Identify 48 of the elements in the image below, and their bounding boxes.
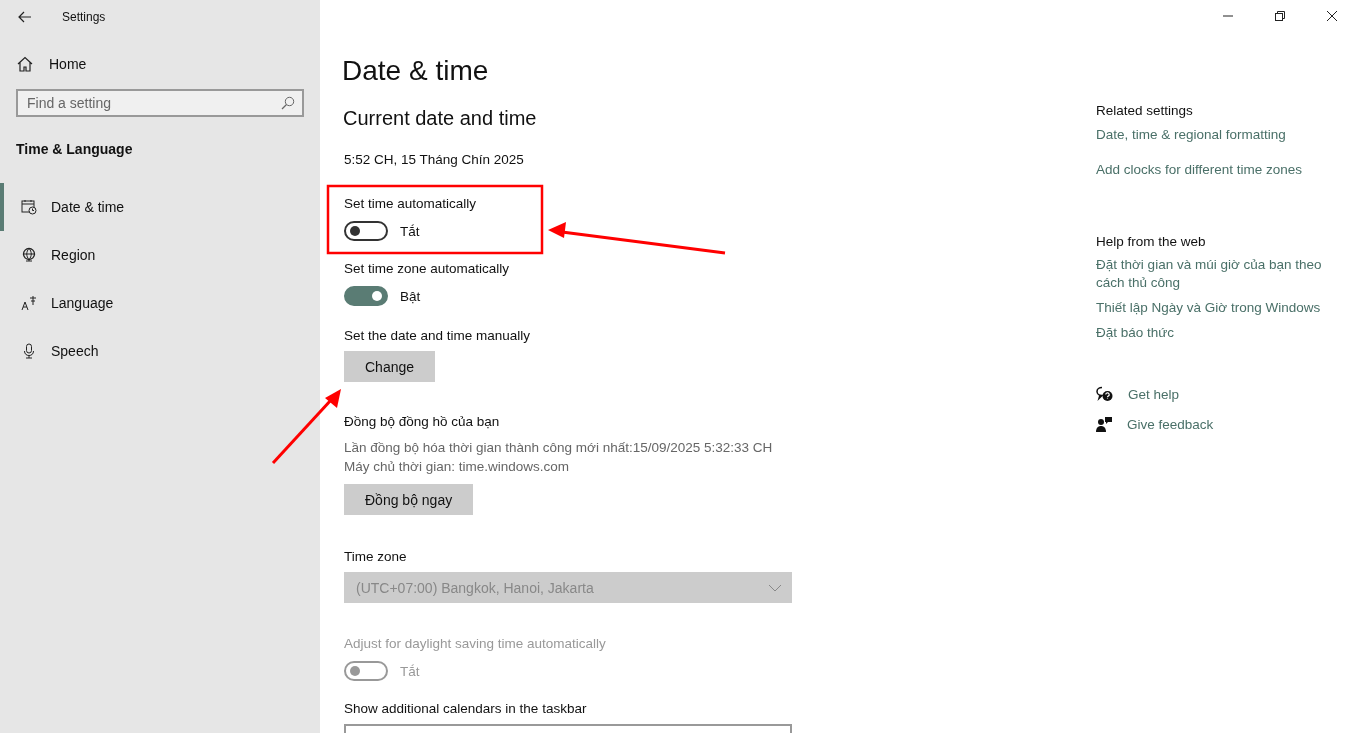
nav-item[interactable]: Language <box>0 279 290 327</box>
feedback-person-icon <box>1096 416 1112 432</box>
nav-item[interactable]: Speech <box>0 327 290 375</box>
current-datetime: 5:52 CH, 15 Tháng Chín 2025 <box>344 152 524 167</box>
setting-label: Adjust for daylight saving time automatically <box>344 636 606 651</box>
related-link[interactable]: Add clocks for different time zones <box>1096 162 1303 177</box>
page-title: Date & time <box>342 55 489 87</box>
search-icon <box>281 96 295 110</box>
related-settings-heading: Related settings <box>1096 103 1193 118</box>
nav-item[interactable]: Region <box>0 231 290 279</box>
toggle-state: Tắt <box>400 223 420 239</box>
sync-info-text: Máy chủ thời gian: time.windows.com <box>344 458 569 476</box>
calendar-clock-icon <box>21 199 37 215</box>
setting-label: Set time automatically <box>344 196 477 211</box>
setting-label: Set time zone automatically <box>344 261 510 276</box>
section-title: Time & Language <box>16 141 133 157</box>
toggle-switch[interactable] <box>344 221 388 241</box>
help-link[interactable]: Thiết lập Ngày và Giờ trong Windows <box>1096 299 1342 317</box>
home-icon <box>17 56 33 72</box>
restore-icon[interactable] <box>1274 10 1286 22</box>
action-link[interactable]: Give feedback <box>1127 416 1214 432</box>
toggle-switch[interactable] <box>344 286 388 306</box>
related-link[interactable]: Date, time & regional formatting <box>1096 127 1286 142</box>
toggle-state: Tắt <box>400 663 420 679</box>
help-link[interactable]: Đặt thời gian và múi giờ của bạn theo cách thủ công <box>1096 256 1342 292</box>
home-link[interactable]: Home <box>17 56 87 72</box>
globe-icon <box>21 247 37 263</box>
help-heading: Help from the web <box>1096 234 1206 249</box>
sync-info-text: Lần đồng bộ hóa thời gian thành công mới nhất:15/09/2025 5:32:33 CH <box>344 439 773 457</box>
microphone-icon <box>21 343 37 359</box>
setting-label: Đồng bộ đồng hồ của bạn <box>344 414 500 429</box>
language-icon <box>21 295 37 311</box>
help-chat-icon <box>1096 386 1113 402</box>
search-field[interactable]: Find a setting <box>16 89 304 117</box>
change-button[interactable]: Change <box>344 351 436 382</box>
setting-label: Set the date and time manually <box>344 328 531 343</box>
action-link[interactable]: Get help <box>1128 386 1180 402</box>
back-arrow-icon[interactable] <box>18 11 32 23</box>
toggle-state: Bật <box>400 288 421 304</box>
chevron-down-icon <box>768 583 782 592</box>
close-icon[interactable] <box>1326 10 1338 22</box>
window-title: Settings <box>62 10 106 24</box>
sync-now-button[interactable]: Đồng bộ ngay <box>344 484 474 515</box>
setting-label: Time zone <box>344 549 407 564</box>
setting-label: Show additional calendars in the taskbar <box>344 701 587 716</box>
section-heading: Current date and time <box>343 107 537 130</box>
nav-item[interactable]: Date & time <box>0 183 290 231</box>
help-link[interactable]: Đặt báo thức <box>1096 324 1342 342</box>
